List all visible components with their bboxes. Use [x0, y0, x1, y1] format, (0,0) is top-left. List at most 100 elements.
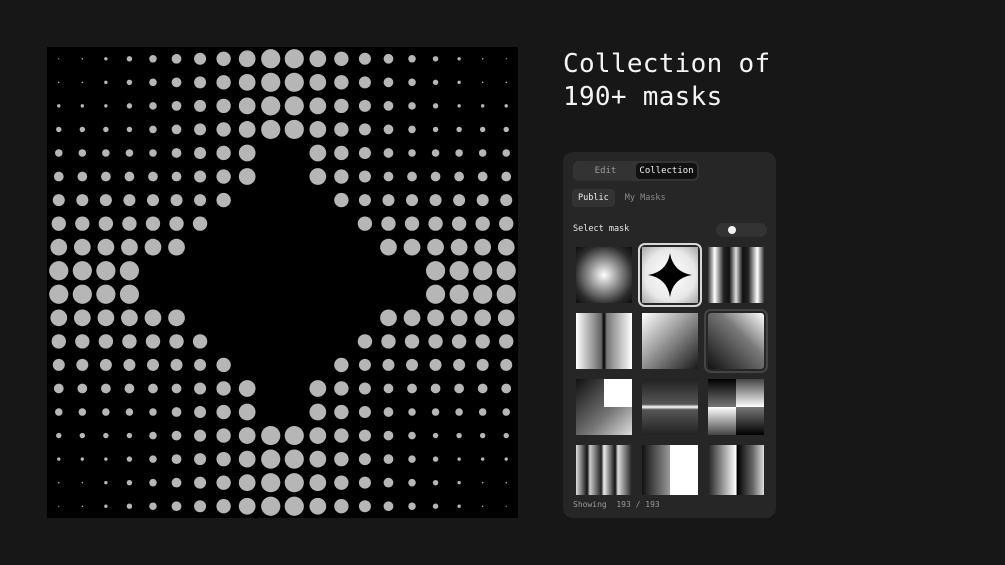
halftone-dot [80, 457, 85, 461]
halftone-dot [408, 408, 416, 416]
quadrant-bottom-right [736, 407, 764, 435]
halftone-dot [73, 238, 91, 256]
halftone-dot [170, 194, 183, 207]
select-mask-label: Select mask [573, 224, 630, 234]
halftone-dot [383, 171, 394, 182]
halftone-dot [474, 238, 492, 256]
halftone-dot [238, 144, 256, 162]
mask-thumb-checker-quadrants[interactable] [708, 379, 764, 435]
halftone-dot [449, 284, 469, 304]
halftone-dot [334, 428, 349, 443]
halftone-dot [381, 334, 396, 349]
halftone-dot [171, 148, 182, 158]
halftone-dot [497, 238, 515, 256]
halftone-dot [144, 309, 162, 327]
halftone-dot [383, 148, 394, 158]
halftone-dot [358, 99, 371, 112]
halftone-dot [473, 261, 493, 281]
tab-collection[interactable]: Collection [636, 163, 697, 179]
halftone-dot [358, 358, 371, 371]
halftone-dot [145, 334, 161, 349]
halftone-dot [334, 499, 349, 514]
halftone-dot [194, 358, 207, 371]
halftone-dot [502, 408, 510, 416]
halftone-dot [169, 216, 184, 231]
halftone-dot [126, 56, 133, 62]
halftone-dot [496, 284, 516, 304]
subtab-public[interactable]: Public [572, 189, 615, 207]
halftone-dot [58, 58, 60, 60]
mask-thumb-four-point-star[interactable] [638, 243, 702, 307]
halftone-dot [146, 358, 159, 371]
halftone-dot [432, 56, 439, 62]
halftone-dot [50, 309, 68, 327]
halftone-dot [53, 171, 64, 182]
halftone-dot [501, 383, 512, 394]
count-label: Showing [573, 500, 607, 509]
halftone-dot [502, 149, 510, 157]
halftone-dot [428, 216, 443, 231]
halftone-dot [238, 474, 256, 492]
halftone-dot [478, 408, 487, 416]
halftone-dot [480, 457, 485, 461]
halftone-dot [261, 96, 281, 116]
halftone-dot [171, 171, 182, 182]
mask-thumb-corner-square[interactable] [576, 379, 632, 435]
halftone-dot [216, 451, 231, 467]
halftone-dot [238, 427, 256, 444]
halftone-dot [456, 432, 462, 439]
halftone-dot [121, 309, 138, 327]
halftone-dot [334, 122, 349, 137]
halftone-dot [403, 309, 421, 327]
halftone-dot [126, 432, 133, 439]
mask-thumb-diagonal-corner-gradient[interactable] [704, 309, 768, 373]
halftone-dot [194, 406, 207, 419]
subtab-my-masks[interactable]: My Masks [619, 189, 672, 207]
halftone-dot [171, 100, 182, 111]
halftone-dot [50, 238, 68, 256]
halftone-dot [476, 358, 489, 371]
halftone-dot [76, 358, 89, 371]
mask-thumb-vertical-cylinder-bands[interactable] [708, 247, 764, 303]
halftone-dot [125, 149, 134, 157]
halftone-dot [309, 168, 327, 185]
halftone-dot [56, 126, 62, 133]
halftone-dot [358, 146, 371, 159]
select-mask-toggle[interactable] [716, 223, 767, 237]
halftone-dot [97, 238, 115, 256]
halftone-dot [431, 149, 440, 157]
halftone-dot [104, 80, 108, 85]
halftone-dot [358, 382, 371, 395]
halftone-dot [496, 261, 516, 281]
mask-thumb-horizontal-bar[interactable] [642, 379, 698, 435]
halftone-dot [500, 358, 513, 371]
halftone-dot [334, 75, 349, 90]
mask-thumb-vertical-stripes[interactable] [576, 445, 632, 495]
halftone-dot [194, 123, 207, 136]
halftone-star-pattern [49, 49, 516, 516]
mask-thumb-radial-gradient[interactable] [576, 247, 632, 303]
halftone-dot [453, 358, 466, 371]
mask-thumb-vertical-gradient-halves[interactable] [642, 445, 698, 495]
halftone-dot [216, 192, 231, 208]
halftone-dot [148, 383, 158, 394]
halftone-dot [98, 216, 114, 231]
halftone-dot [122, 334, 137, 349]
halftone-dot [383, 454, 394, 465]
halftone-dot [123, 358, 136, 371]
halftone-dot [99, 358, 112, 371]
halftone-dot [457, 104, 461, 108]
halftone-dot [500, 194, 513, 207]
halftone-dot [476, 194, 489, 207]
halftone-dot [477, 383, 488, 394]
halftone-dot [404, 334, 420, 349]
halftone-dot [168, 309, 185, 327]
halftone-dot [171, 501, 182, 512]
mask-thumb-vertical-edge-bands[interactable] [708, 445, 764, 495]
halftone-dot [480, 104, 485, 108]
mask-thumb-vertical-split-gradient[interactable] [576, 313, 632, 369]
mask-thumb-diagonal-gradient[interactable] [642, 313, 698, 369]
halftone-dot [309, 497, 327, 515]
tab-edit[interactable]: Edit [575, 163, 636, 179]
halftone-dot [216, 357, 231, 373]
